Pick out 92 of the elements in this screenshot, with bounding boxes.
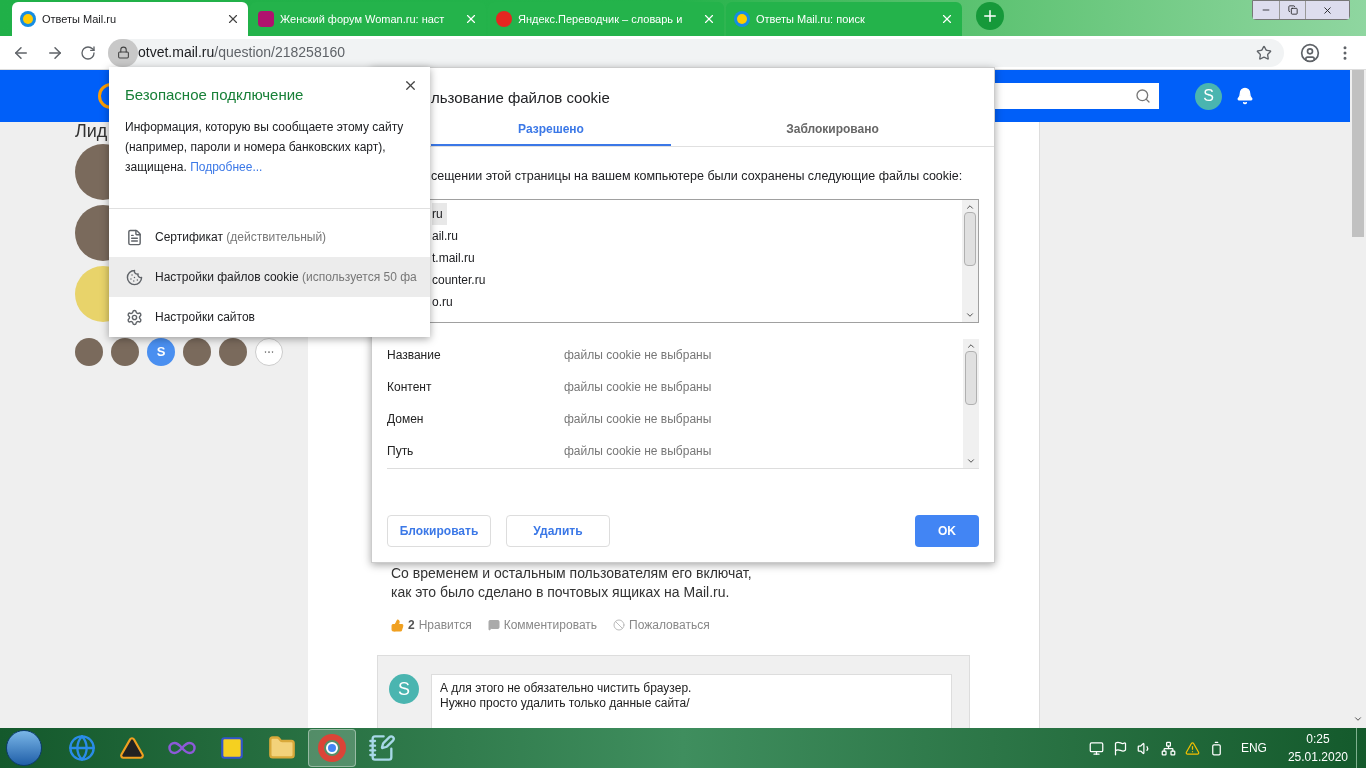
bell-icon[interactable] <box>1236 87 1254 105</box>
flag-icon[interactable] <box>1112 740 1128 756</box>
scroll-thumb[interactable] <box>965 351 977 405</box>
cookie-list-item[interactable]: t.mail.ru <box>432 247 479 269</box>
close-icon[interactable] <box>226 12 240 26</box>
square-app-icon <box>219 735 245 761</box>
avatar-photo-placeholder[interactable] <box>75 338 103 366</box>
detail-value: файлы cookie не выбраны <box>564 443 712 460</box>
url-text: otvet.mail.ru/question/218258160 <box>138 43 346 62</box>
list-scrollbar[interactable] <box>962 200 978 322</box>
monitor-icon[interactable] <box>1088 740 1104 756</box>
close-icon[interactable] <box>403 78 418 93</box>
comment-icon <box>487 619 500 631</box>
answer-text: как это было сделано в почтовых ящиках на Mail.ru. <box>391 583 731 602</box>
cookie-list-item[interactable]: counter.ru <box>432 269 490 291</box>
minimize-button[interactable] <box>1253 1 1279 19</box>
network-icon[interactable] <box>1160 740 1176 756</box>
language-indicator[interactable]: ENG <box>1240 739 1267 757</box>
popup-menu-item[interactable]: Настройки файлов cookie (используется 50 фа <box>109 257 430 297</box>
dialog-title: льзование файлов cookie <box>431 88 610 108</box>
dialog-tab[interactable]: Разрешено <box>431 114 671 146</box>
avatar-photo-placeholder[interactable] <box>183 338 211 366</box>
start-orb-icon[interactable] <box>6 730 42 766</box>
settings-icon <box>126 308 143 326</box>
tab-title: Ответы Mail.ru <box>42 11 118 27</box>
scroll-thumb[interactable] <box>964 212 976 266</box>
thumbs-up-icon <box>391 618 404 632</box>
question-icon <box>20 11 36 27</box>
popup-text: Информация, которую вы сообщаете этому сайту (например, пароли и номера банковских карт), защищена. Подробнее... <box>124 118 405 176</box>
avatar-photo-placeholder[interactable] <box>111 338 139 366</box>
cookie-list-item[interactable]: o.ru <box>432 291 457 313</box>
circle-logo-icon <box>318 734 346 762</box>
folder-icon <box>268 734 296 762</box>
cookie-list-item[interactable]: ru <box>432 203 447 225</box>
tab-title: Женский форум Woman.ru: наст <box>280 11 446 27</box>
scroll-up-icon[interactable] <box>965 202 975 212</box>
tab-title: Яндекс.Переводчик – словарь и <box>518 11 684 27</box>
search-icon[interactable] <box>1135 88 1151 104</box>
cookie-icon <box>126 268 143 286</box>
comment-button[interactable]: Комментировать <box>487 616 598 634</box>
scroll-thumb[interactable] <box>1352 70 1364 237</box>
scroll-down-icon[interactable] <box>965 310 975 320</box>
lock-icon[interactable] <box>116 46 130 59</box>
report-button[interactable]: Пожаловаться <box>613 616 710 634</box>
clock[interactable]: 0:25 25.01.2020 <box>1287 730 1348 766</box>
detail-value: файлы cookie не выбраны <box>564 379 712 396</box>
popup-menu-item[interactable]: Сертификат (действительный) <box>109 217 430 257</box>
detail-label: Название <box>387 347 442 364</box>
detail-label: Домен <box>387 411 425 428</box>
triangle-icon <box>119 735 145 761</box>
site-logo-icon <box>496 11 512 27</box>
user-avatar: S <box>389 674 419 704</box>
restore-button[interactable] <box>1279 1 1305 19</box>
notepad-icon <box>368 734 396 762</box>
browser-tab[interactable]: Ответы Mail.ru <box>12 2 248 36</box>
popup-menu-item[interactable]: Настройки сайтов <box>109 297 430 337</box>
new-tab-button[interactable] <box>976 2 1004 30</box>
dialog-tab[interactable]: Заблокировано <box>671 114 994 146</box>
cookie-list-item[interactable]: ail.ru <box>432 225 462 247</box>
address-bar[interactable]: otvet.mail.ru/question/218258160 <box>108 38 1284 67</box>
like-button[interactable]: 2 Нравится <box>391 616 472 634</box>
dialog-button[interactable]: Блокировать <box>387 515 491 547</box>
dialog-button[interactable]: Удалить <box>506 515 610 547</box>
globe-icon <box>68 734 96 762</box>
section-heading: Лид <box>75 122 108 142</box>
plus-icon <box>981 7 999 25</box>
details-scrollbar[interactable] <box>963 339 979 468</box>
detail-value: файлы cookie не выбраны <box>564 347 712 364</box>
warning-icon[interactable] <box>1184 740 1200 756</box>
popup-title: Безопасное подключение <box>125 85 305 105</box>
document-icon <box>126 228 143 246</box>
answer-text: Со временем и остальным пользователям его включат, <box>391 564 753 583</box>
scroll-down-icon[interactable] <box>966 456 976 466</box>
reload-icon[interactable] <box>80 44 96 61</box>
detail-label: Путь <box>387 443 415 460</box>
detail-label: Контент <box>387 379 433 396</box>
ban-icon <box>613 619 626 631</box>
detail-value: файлы cookie не выбраны <box>564 411 712 428</box>
scroll-up-icon[interactable] <box>966 341 976 351</box>
learn-more-link[interactable]: Подробнее... <box>190 159 263 174</box>
scroll-down-icon[interactable] <box>1353 714 1363 724</box>
close-icon <box>1322 4 1333 16</box>
comment-input-field[interactable]: А для этого не обязательно чистить браузер. Нужно просто удалить только данные сайта/ <box>431 674 952 728</box>
question-icon <box>734 11 750 27</box>
restore-icon <box>1287 5 1298 15</box>
site-logo-icon <box>258 11 274 27</box>
bookmark-star-icon[interactable] <box>1256 44 1272 61</box>
tab-title: Ответы Mail.ru: поиск <box>756 11 866 27</box>
taskbar-button[interactable] <box>308 729 356 767</box>
profile-icon[interactable] <box>1300 42 1320 63</box>
avatar-photo-placeholder[interactable] <box>219 338 247 366</box>
dialog-button[interactable]: OK <box>915 515 979 547</box>
